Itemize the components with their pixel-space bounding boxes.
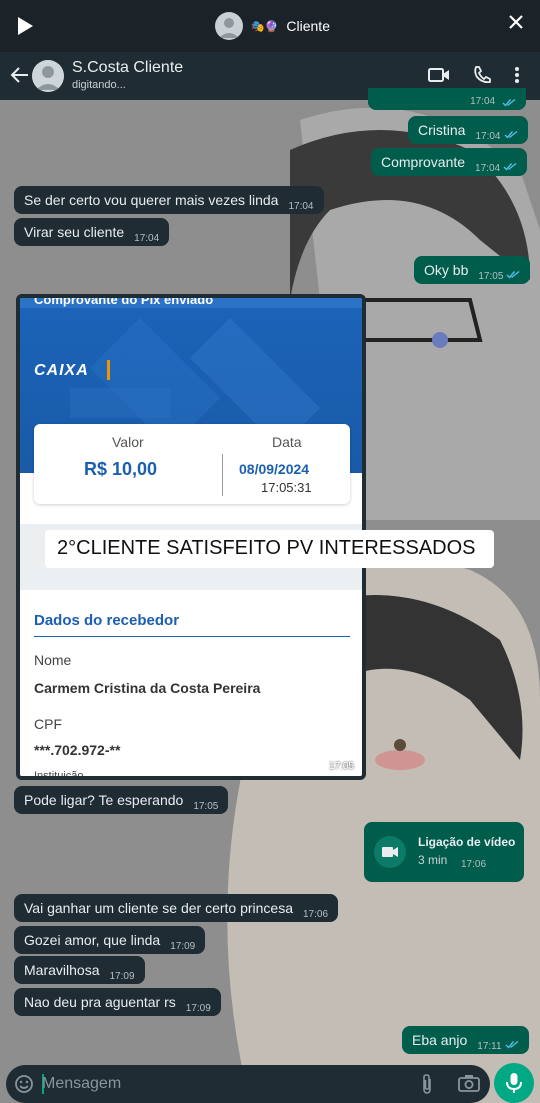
attach-icon[interactable]: [420, 1073, 434, 1100]
voice-call-icon[interactable]: [472, 65, 492, 90]
message-outgoing[interactable]: Eba anjo 17:11: [402, 1026, 529, 1054]
play-icon[interactable]: [16, 16, 34, 41]
back-arrow-icon[interactable]: [10, 65, 30, 90]
valor-label: Valor: [112, 434, 144, 450]
message-outgoing[interactable]: 17:04: [368, 88, 526, 110]
cpf-label: CPF: [34, 716, 62, 732]
valor-value: R$ 10,00: [84, 459, 158, 479]
message-composer: Mensagem: [6, 1065, 490, 1103]
video-call-icon[interactable]: [428, 66, 450, 89]
video-call-message[interactable]: Ligação de vídeo 3 min 17:06: [364, 822, 524, 882]
call-label: Ligação de vídeo: [418, 835, 516, 849]
message-outgoing[interactable]: Comprovante 17:04: [371, 148, 528, 176]
read-tick-icon: [505, 1040, 519, 1049]
date-value: 08/09/2024: [239, 461, 310, 477]
call-duration: 3 min: [418, 853, 448, 867]
call-participant[interactable]: 🎭🔮 Cliente: [215, 12, 330, 40]
contact-name[interactable]: S.Costa Cliente: [72, 59, 183, 77]
time-value: 17:05:31: [261, 480, 312, 495]
message-incoming[interactable]: Se der certo vou querer mais vezes linda…: [14, 186, 324, 214]
message-incoming[interactable]: Virar seu cliente 17:04: [14, 218, 170, 246]
message-input[interactable]: Mensagem: [42, 1075, 121, 1093]
badge-emoji: 🎭🔮: [251, 20, 279, 33]
emoji-icon[interactable]: [14, 1074, 34, 1099]
message-outgoing[interactable]: Cristina 17:04: [408, 116, 528, 144]
amount-card: Valor R$ 10,00 Data 08/09/2024 17:05:31: [34, 424, 350, 504]
message-time: 17:05: [328, 761, 354, 772]
message-time: 17:06: [461, 859, 487, 870]
message-incoming[interactable]: Pode ligar? Te esperando 17:05: [14, 786, 229, 814]
avatar: [215, 12, 243, 40]
caixa-logo: CAIXA: [34, 362, 89, 379]
message-incoming[interactable]: Gozei amor, que linda 17:09: [14, 926, 206, 954]
data-label: Data: [272, 434, 302, 450]
read-tick-icon: [504, 130, 517, 139]
close-icon[interactable]: [508, 14, 524, 35]
read-tick-icon: [502, 98, 516, 107]
message-incoming[interactable]: Vai ganhar um cliente se der certo princ…: [14, 894, 339, 922]
mic-icon: [506, 1073, 522, 1093]
recipient-details: Dados do recebedor Nome Carmem Cristina …: [20, 590, 362, 780]
contact-avatar[interactable]: [32, 60, 64, 92]
mic-button[interactable]: [494, 1063, 534, 1103]
read-tick-icon: [506, 270, 520, 279]
message-outgoing[interactable]: Oky bb 17:05: [414, 256, 531, 284]
partial-label: Instituição: [34, 770, 84, 780]
more-options-icon[interactable]: [514, 66, 520, 89]
call-title: Cliente: [286, 18, 330, 34]
section-title: Dados do recebedor: [34, 612, 180, 629]
video-call-icon: [374, 836, 406, 868]
nome-label: Nome: [34, 652, 72, 668]
nome-value: Carmem Cristina da Costa Pereira: [34, 680, 261, 696]
message-incoming[interactable]: Nao deu pra aguentar rs 17:09: [14, 988, 221, 1016]
cpf-value: ***.702.972-**: [34, 742, 121, 758]
typing-status: digitando...: [72, 79, 126, 91]
camera-icon[interactable]: [458, 1074, 480, 1097]
read-tick-icon: [503, 162, 517, 171]
overlay-caption: 2°CLIENTE SATISFEITO PV INTERESSADOS: [45, 530, 494, 568]
message-incoming[interactable]: Maravilhosa 17:09: [14, 956, 145, 984]
call-top-bar: 🎭🔮 Cliente: [0, 0, 540, 52]
